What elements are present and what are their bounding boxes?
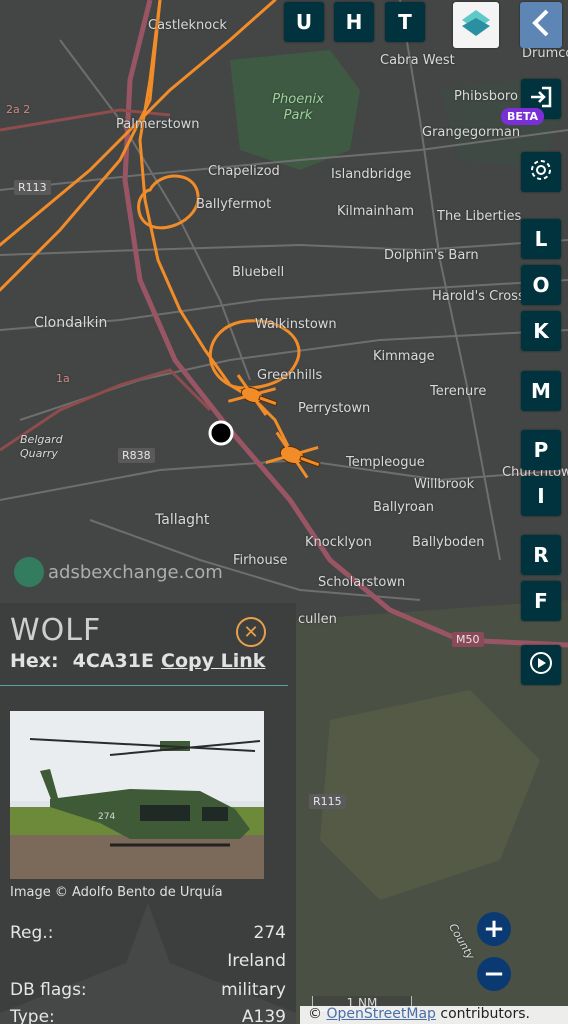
map-label: Kilmainham [337,204,415,219]
detail-key: Type: [10,1007,55,1024]
road-shield: R113 [14,180,51,195]
map-label: Ballyroan [373,500,435,515]
close-circle-icon: ✕ [243,621,259,643]
map-label: The Liberties [437,209,522,224]
hex-row: Hex: 4CA31E [10,650,154,672]
map-label: Harold's Cross [432,289,525,304]
detail-key: Reg.: [10,923,54,943]
location-dot-icon [208,420,234,446]
map-label: Firhouse [233,553,288,568]
map-label: Cabra West [380,53,455,68]
adsbexchange-logo-icon [14,557,44,587]
image-credit: Image © Adolfo Bento de Urquía [10,885,223,900]
road-number: 1a [56,372,70,385]
aircraft-callsign: WOLF [10,613,102,648]
aircraft-info-panel: WOLF ✕ Hex: 4CA31E Copy Link 274 Image © … [0,603,296,1024]
map-label: Palmerstown [116,117,200,132]
panel-divider [0,685,288,686]
detail-key: DB flags: [10,980,87,1000]
map-label: Dolphin's Barn [384,248,479,263]
map-label: Walkinstown [255,317,337,332]
button-m[interactable]: M [521,371,561,411]
map-label: Phoenix Park [272,92,324,123]
map-label: Templeogue [346,455,425,470]
map-label: cullen [298,612,337,627]
road-shield: R838 [118,448,155,463]
adsbexchange-watermark: adsbexchange.com [14,557,223,587]
road-shield: R115 [309,794,346,809]
map-label: Perrystown [298,401,371,416]
button-t[interactable]: T [385,2,425,42]
map-label: Clondalkin [34,315,108,331]
map-label: Ballyfermot [196,197,272,212]
back-button[interactable] [520,2,562,48]
openstreetmap-link[interactable]: OpenStreetMap [326,1006,435,1022]
map-label: Chapelizod [208,164,280,179]
map-label: Bluebell [232,265,285,280]
button-l[interactable]: L [521,219,561,259]
detail-value: A139 [241,1007,286,1024]
map-attribution: © OpenStreetMap contributors. [300,1006,568,1024]
copy-link-button[interactable]: Copy Link [161,650,265,672]
road-number: 2a 2 [6,103,31,116]
replay-icon [528,650,554,681]
settings-button[interactable] [521,152,561,192]
map-label: Castleknock [148,18,227,33]
road-shield: M50 [452,632,484,647]
detail-value: military [221,980,286,1000]
zoom-out-button[interactable]: − [477,957,511,991]
map-label: Knocklyon [305,535,372,550]
button-p[interactable]: P [521,430,561,470]
map-label: Islandbridge [331,167,412,182]
map-label: Grangegorman [422,125,521,140]
close-panel-button[interactable]: ✕ [236,617,266,647]
map-label: Scholarstown [318,575,406,590]
detail-value: Ireland [227,951,286,971]
map-label: Drumcon [522,46,568,61]
button-f[interactable]: F [521,581,561,621]
replay-button[interactable] [521,645,561,685]
zoom-in-button[interactable]: + [477,912,511,946]
button-i[interactable]: I [521,476,561,516]
map-label: Ballyboden [412,535,485,550]
button-h[interactable]: H [334,2,374,42]
layers-button[interactable] [453,2,499,48]
beta-badge: BETA [501,108,545,125]
map-label: Tallaght [155,512,210,528]
layers-icon [459,6,493,45]
aircraft-photo[interactable]: 274 [10,711,264,879]
map-label: Phibsboro [454,89,518,104]
button-u[interactable]: U [284,2,324,42]
map-label: Greenhills [257,368,323,383]
map-label: Kimmage [373,349,435,364]
map-label: Willbrook [414,477,475,492]
button-r[interactable]: R [521,535,561,575]
map-label: Belgard Quarry [20,433,63,460]
aircraft-tail-number: 274 [98,812,115,822]
back-chevron-icon [530,8,552,43]
button-k[interactable]: K [521,311,561,351]
hex-label: Hex: [10,650,59,672]
settings-gear-icon [528,157,554,188]
hex-value: 4CA31E [72,650,154,672]
detail-value: 274 [253,923,286,943]
map-label: Terenure [430,384,487,399]
button-o[interactable]: O [521,265,561,305]
